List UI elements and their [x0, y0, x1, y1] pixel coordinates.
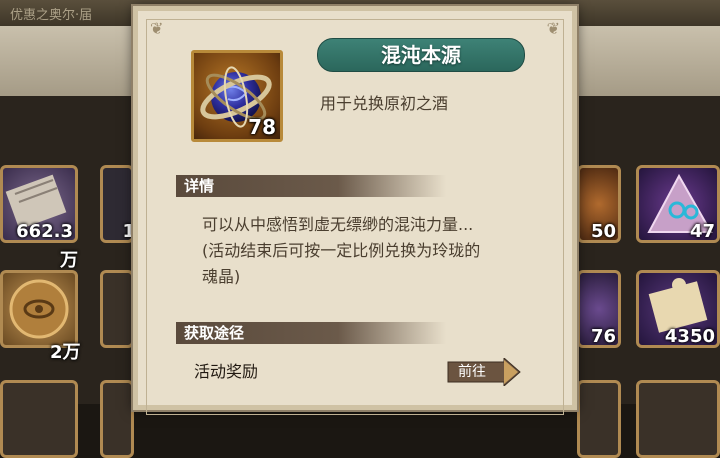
slot-count: 662.3	[16, 221, 73, 242]
inventory-slot[interactable]	[577, 380, 621, 458]
inventory-slot[interactable]	[100, 270, 134, 348]
background-title-text: 优惠之奥尔·届	[10, 8, 93, 23]
item-description: 可以从中感悟到虚无缥缈的混沌力量... (活动结束后可按一定比例兑换为玲珑的 魂…	[202, 212, 562, 290]
slot-count-unit: 2万	[50, 342, 81, 363]
slot-count: 50	[590, 221, 616, 242]
corner-ornament-icon: ❦	[546, 19, 560, 38]
inventory-slot[interactable]: 50	[577, 165, 621, 243]
inventory-slot[interactable]	[100, 380, 134, 458]
source-item-label: 活动奖励	[194, 362, 259, 381]
slot-count: 76	[590, 326, 616, 347]
inventory-slot[interactable]: 662.3	[0, 165, 78, 243]
details-section-header: 详情	[176, 175, 446, 197]
inventory-slot[interactable]: 76	[577, 270, 621, 348]
inventory-slot[interactable]: 4350	[636, 270, 720, 348]
corner-ornament-icon: ❦	[150, 19, 164, 38]
item-subtitle: 用于兑换原初之酒	[320, 94, 449, 113]
inventory-slot[interactable]	[0, 380, 78, 458]
inventory-slot[interactable]	[636, 380, 720, 458]
slot-count: 4350	[664, 326, 715, 347]
inventory-slot[interactable]: 1	[100, 165, 134, 243]
goto-button-label: 前往	[458, 364, 486, 380]
inventory-slot[interactable]	[0, 270, 78, 348]
goto-button[interactable]: 前往	[446, 358, 521, 386]
coin-emblem-icon	[9, 279, 69, 339]
inventory-slot[interactable]: 47	[636, 165, 720, 243]
item-icon-frame: 78	[191, 50, 283, 142]
item-count: 78	[248, 115, 276, 139]
item-name-banner: 混沌本源	[317, 38, 525, 72]
slot-count: 47	[689, 221, 715, 242]
description-line: 可以从中感悟到虚无缥缈的混沌力量...	[202, 215, 474, 234]
description-line: (活动结束后可按一定比例兑换为玲珑的	[202, 241, 481, 260]
sources-section-header: 获取途径	[176, 322, 446, 344]
description-line: 魂晶)	[202, 267, 241, 286]
slot-count-unit: 万	[60, 250, 78, 271]
